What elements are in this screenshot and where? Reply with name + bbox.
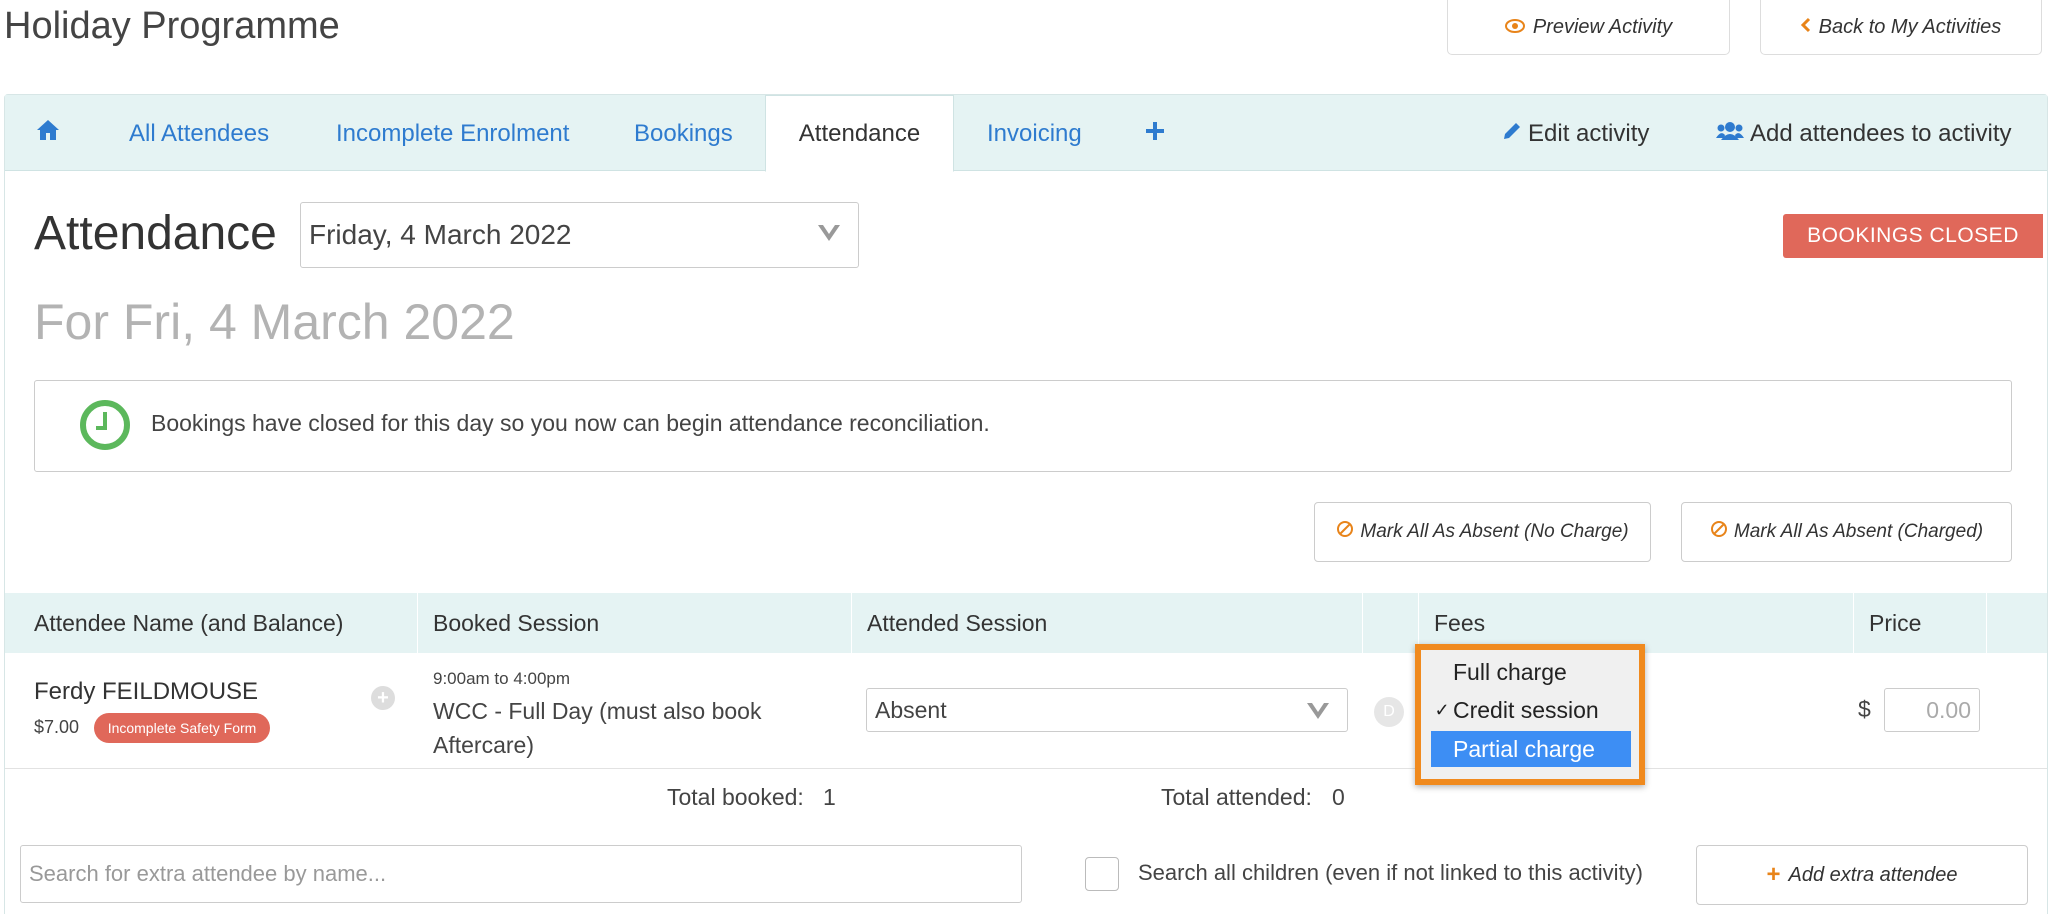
header-divider (851, 593, 852, 653)
fee-option-label: Partial charge (1453, 735, 1595, 762)
search-placeholder: Search for extra attendee by name... (29, 861, 387, 886)
add-extra-attendee-button[interactable]: + Add extra attendee (1696, 845, 2028, 905)
info-message: Bookings have closed for this day so you… (151, 410, 990, 436)
tab-add[interactable] (1145, 95, 1165, 172)
edit-activity-label: Edit activity (1528, 119, 1650, 147)
edit-activity-link[interactable]: Edit activity (1502, 95, 1649, 172)
incomplete-safety-badge[interactable]: Incomplete Safety Form (94, 713, 270, 743)
bookings-closed-badge: BOOKINGS CLOSED (1783, 214, 2043, 258)
plus-icon (1145, 120, 1165, 148)
preview-activity-button[interactable]: Preview Activity (1447, 0, 1730, 55)
date-select-value: Friday, 4 March 2022 (309, 219, 572, 250)
total-attended-value: 0 (1332, 784, 1345, 810)
home-icon (36, 119, 60, 148)
header-attended-session: Attended Session (867, 609, 1048, 636)
tab-attendance[interactable]: Attendance (765, 95, 954, 172)
ban-icon (1336, 520, 1354, 544)
header-divider (1986, 593, 1987, 653)
fee-option-label: Credit session (1453, 696, 1599, 723)
chevron-left-icon (1800, 16, 1811, 39)
attended-session-select[interactable]: Absent (866, 688, 1348, 732)
fee-option-partial-charge[interactable]: Partial charge (1431, 731, 1631, 767)
fee-option-label: Full charge (1453, 658, 1567, 685)
session-name: WCC - Full Day (must also book Aftercare… (433, 698, 762, 758)
attendee-balance: $7.00 (34, 717, 80, 737)
attendee-name[interactable]: Ferdy FEILDMOUSE (34, 678, 258, 706)
search-all-children-checkbox[interactable] (1085, 857, 1119, 891)
fee-option-credit-session[interactable]: ✓ Credit session (1431, 692, 1631, 728)
price-input[interactable]: 0.00 (1884, 688, 1980, 732)
total-booked-label: Total booked: (667, 784, 804, 810)
tab-all-attendees[interactable]: All Attendees (129, 95, 269, 172)
attended-session-value: Absent (875, 696, 947, 723)
fees-dropdown-menu: Full charge ✓ Credit session Partial cha… (1415, 644, 1645, 785)
page-title: Holiday Programme (4, 5, 340, 47)
extra-attendee-search-input[interactable]: Search for extra attendee by name... (20, 845, 1022, 903)
header-divider (1362, 593, 1363, 653)
mark-absent-no-charge-button[interactable]: Mark All As Absent (No Charge) (1314, 502, 1651, 562)
eye-icon (1504, 16, 1525, 39)
plus-circle-icon[interactable]: + (371, 686, 395, 710)
tab-home[interactable] (36, 95, 60, 172)
users-icon (1716, 120, 1744, 148)
mark-absent-charged-button[interactable]: Mark All As Absent (Charged) (1681, 502, 2012, 562)
chevron-down-icon (1307, 703, 1329, 719)
d-badge[interactable]: D (1374, 697, 1404, 727)
for-date-heading: For Fri, 4 March 2022 (34, 294, 515, 350)
back-to-activities-button[interactable]: Back to My Activities (1760, 0, 2042, 55)
plus-icon: + (1766, 861, 1781, 888)
row-divider (5, 768, 2047, 769)
currency-symbol: $ (1858, 696, 1871, 722)
back-to-activities-label: Back to My Activities (1818, 15, 2002, 38)
tab-incomplete-enrolment[interactable]: Incomplete Enrolment (336, 95, 569, 172)
preview-activity-label: Preview Activity (1532, 15, 1673, 38)
check-icon: ✓ (1434, 699, 1450, 720)
fee-option-full-charge[interactable]: Full charge (1431, 654, 1631, 690)
search-all-children-label: Search all children (even if not linked … (1138, 860, 1644, 885)
header-divider (417, 593, 418, 653)
add-extra-attendee-label: Add extra attendee (1788, 863, 1958, 886)
tab-invoicing[interactable]: Invoicing (987, 95, 1082, 172)
header-divider (1853, 593, 1854, 653)
header-price: Price (1869, 609, 1922, 636)
clock-icon (80, 400, 130, 450)
tab-bookings[interactable]: Bookings (634, 95, 733, 172)
mark-absent-charged-label: Mark All As Absent (Charged) (1733, 521, 1984, 542)
total-attended-label: Total attended: (1161, 784, 1312, 810)
date-select[interactable]: Friday, 4 March 2022 (300, 202, 859, 268)
ban-icon (1710, 520, 1728, 544)
add-attendees-label: Add attendees to activity (1750, 119, 2012, 147)
mark-absent-no-charge-label: Mark All As Absent (No Charge) (1360, 521, 1629, 542)
header-booked-session: Booked Session (433, 609, 600, 636)
total-booked-value: 1 (823, 784, 836, 810)
add-attendees-link[interactable]: Add attendees to activity (1716, 95, 2012, 172)
pencil-icon (1502, 120, 1522, 148)
attendance-title: Attendance (34, 207, 277, 260)
chevron-down-icon (818, 225, 840, 241)
session-time: 9:00am to 4:00pm (433, 669, 571, 688)
header-attendee-name: Attendee Name (and Balance) (34, 609, 344, 636)
